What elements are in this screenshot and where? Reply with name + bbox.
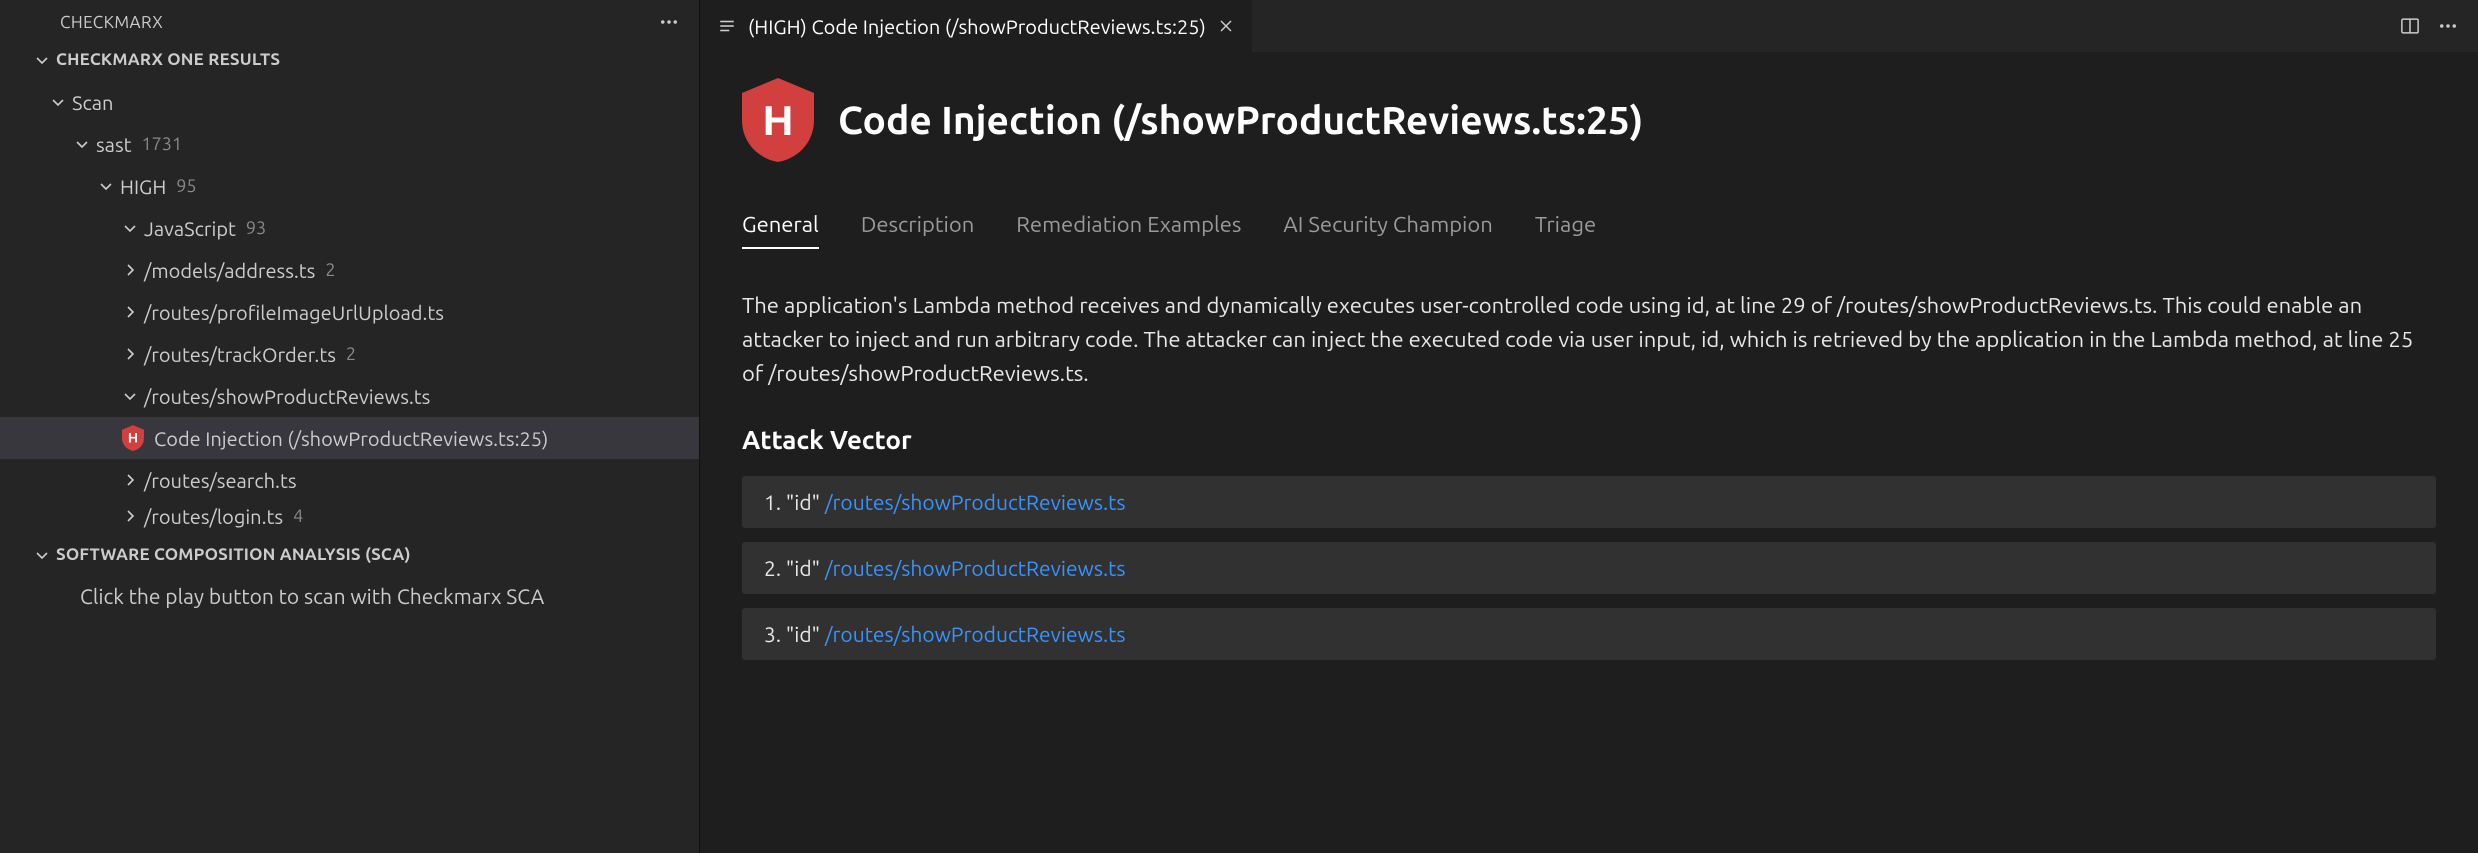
tree-count: 1731 xyxy=(142,134,183,154)
chevron-down-icon xyxy=(34,52,56,68)
more-icon[interactable] xyxy=(659,12,679,32)
panel-title: CHECKMARX xyxy=(60,13,163,32)
attack-vector-list: 1. "id" /routes/showProductReviews.ts 2.… xyxy=(742,476,2436,660)
attack-vector-title: Attack Vector xyxy=(742,425,2436,454)
tree-file[interactable]: /routes/login.ts 4 xyxy=(0,501,699,531)
av-index: 2. xyxy=(764,556,781,580)
sca-header[interactable]: SOFTWARE COMPOSITION ANALYSIS (SCA) xyxy=(0,535,699,574)
tree-file[interactable]: /routes/profileImageUrlUpload.ts xyxy=(0,291,699,333)
tree-label: /routes/search.ts xyxy=(144,469,297,492)
chevron-down-icon xyxy=(34,547,56,563)
chevron-down-icon xyxy=(98,178,120,194)
section-sca: SOFTWARE COMPOSITION ANALYSIS (SCA) Clic… xyxy=(0,531,699,618)
av-label: "id" xyxy=(786,622,820,646)
panel-header-checkmarx: CHECKMARX xyxy=(0,0,699,40)
subtab-remediation[interactable]: Remediation Examples xyxy=(1016,212,1241,249)
subtab-description[interactable]: Description xyxy=(861,212,974,249)
tree-label: /models/address.ts xyxy=(144,259,315,282)
shield-high-icon: H xyxy=(742,78,814,162)
svg-text:H: H xyxy=(763,97,793,144)
tree-label: /routes/trackOrder.ts xyxy=(144,343,336,366)
tab-title: (HIGH) Code Injection (/showProductRevie… xyxy=(748,15,1206,38)
tree-label: Code Injection (/showProductReviews.ts:2… xyxy=(154,427,548,450)
tree-count: 4 xyxy=(293,506,303,526)
tree-count: 2 xyxy=(346,344,356,364)
tree-label: Scan xyxy=(72,91,113,114)
tab-spacer xyxy=(1253,0,2380,52)
attack-vector-item[interactable]: 3. "id" /routes/showProductReviews.ts xyxy=(742,608,2436,660)
chevron-down-icon xyxy=(122,220,144,236)
chevron-right-icon xyxy=(122,346,144,362)
subtabs: General Description Remediation Examples… xyxy=(742,212,2436,249)
shield-high-icon: H xyxy=(122,425,144,451)
tree-label: /routes/login.ts xyxy=(144,505,283,528)
chevron-down-icon xyxy=(122,388,144,404)
tree-label: JavaScript xyxy=(144,217,236,240)
subtab-ai[interactable]: AI Security Champion xyxy=(1283,212,1492,249)
sidebar: CHECKMARX CHECKMARX ONE RESULTS Scan sas… xyxy=(0,0,700,853)
editor: (HIGH) Code Injection (/showProductRevie… xyxy=(700,0,2478,853)
tree-label: /routes/profileImageUrlUpload.ts xyxy=(144,301,444,324)
tree-file[interactable]: /routes/showProductReviews.ts xyxy=(0,375,699,417)
close-icon[interactable] xyxy=(1218,18,1234,34)
av-link[interactable]: /routes/showProductReviews.ts xyxy=(825,622,1126,646)
tree-javascript[interactable]: JavaScript 93 xyxy=(0,207,699,249)
chevron-down-icon xyxy=(74,136,96,152)
subtab-triage[interactable]: Triage xyxy=(1535,212,1596,249)
svg-text:H: H xyxy=(128,431,138,446)
tree-file[interactable]: /routes/trackOrder.ts 2 xyxy=(0,333,699,375)
results-tree: Scan sast 1731 HIGH 95 JavaScript 93 /mo… xyxy=(0,79,699,531)
section-title: CHECKMARX ONE RESULTS xyxy=(56,50,280,69)
tree-high[interactable]: HIGH 95 xyxy=(0,165,699,207)
issue-title-row: H Code Injection (/showProductReviews.ts… xyxy=(742,78,2436,162)
attack-vector-item[interactable]: 2. "id" /routes/showProductReviews.ts xyxy=(742,542,2436,594)
av-link[interactable]: /routes/showProductReviews.ts xyxy=(825,490,1126,514)
section-results[interactable]: CHECKMARX ONE RESULTS xyxy=(0,40,699,79)
av-index: 1. xyxy=(764,490,781,514)
chevron-right-icon xyxy=(122,508,144,524)
chevron-right-icon xyxy=(122,262,144,278)
tree-issue-selected[interactable]: H Code Injection (/showProductReviews.ts… xyxy=(0,417,699,459)
sca-text: Click the play button to scan with Check… xyxy=(0,574,699,618)
tab-active[interactable]: (HIGH) Code Injection (/showProductRevie… xyxy=(700,0,1253,52)
chevron-right-icon xyxy=(122,304,144,320)
tree-sast[interactable]: sast 1731 xyxy=(0,123,699,165)
chevron-down-icon xyxy=(50,94,72,110)
issue-content: H Code Injection (/showProductReviews.ts… xyxy=(700,52,2478,853)
av-label: "id" xyxy=(786,556,820,580)
tab-bar: (HIGH) Code Injection (/showProductRevie… xyxy=(700,0,2478,52)
attack-vector-item[interactable]: 1. "id" /routes/showProductReviews.ts xyxy=(742,476,2436,528)
split-editor-icon[interactable] xyxy=(2400,16,2420,36)
tree-count: 93 xyxy=(246,218,266,238)
tab-actions xyxy=(2380,0,2478,52)
tree-label: HIGH xyxy=(120,175,166,198)
tree-label: sast xyxy=(96,133,132,156)
tree-file[interactable]: /models/address.ts 2 xyxy=(0,249,699,291)
av-link[interactable]: /routes/showProductReviews.ts xyxy=(825,556,1126,580)
tree-scan[interactable]: Scan xyxy=(0,81,699,123)
tree-file[interactable]: /routes/search.ts xyxy=(0,459,699,501)
tree-label: /routes/showProductReviews.ts xyxy=(144,385,430,408)
tree-count: 95 xyxy=(176,176,196,196)
tree-count: 2 xyxy=(325,260,335,280)
av-label: "id" xyxy=(786,490,820,514)
av-index: 3. xyxy=(764,622,781,646)
issue-description: The application's Lambda method receives… xyxy=(742,289,2436,391)
more-icon[interactable] xyxy=(2438,16,2458,36)
issue-title: Code Injection (/showProductReviews.ts:2… xyxy=(838,99,1643,142)
sca-title: SOFTWARE COMPOSITION ANALYSIS (SCA) xyxy=(56,545,411,564)
subtab-general[interactable]: General xyxy=(742,212,819,249)
chevron-right-icon xyxy=(122,472,144,488)
list-icon xyxy=(718,17,736,35)
